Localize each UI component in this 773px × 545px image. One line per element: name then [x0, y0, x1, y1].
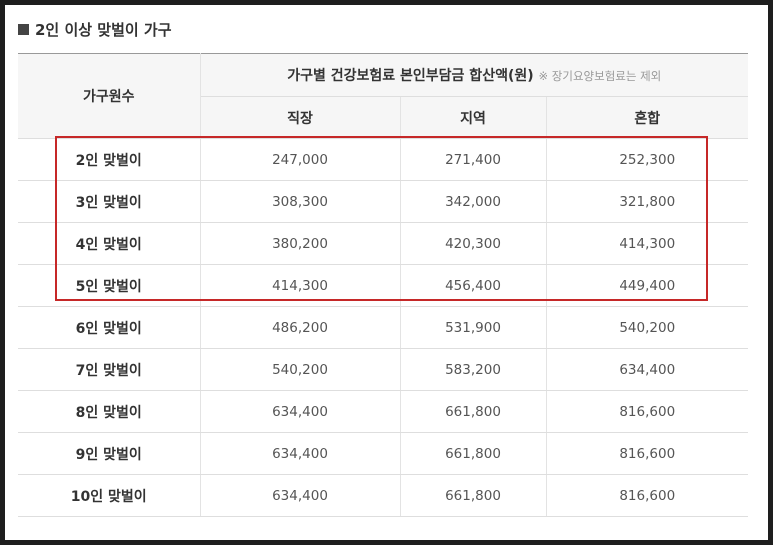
header-premium-group-text: 가구별 건강보험료 본인부담금 합산액(원) — [287, 68, 534, 84]
cell-regional: 271,400 — [400, 138, 547, 181]
cell-workplace: 634,400 — [200, 474, 401, 517]
row-label: 5인 맞벌이 — [18, 264, 201, 307]
row-label: 4인 맞벌이 — [18, 222, 201, 265]
row-label: 8인 맞벌이 — [18, 390, 201, 433]
header-household-size: 가구원수 — [18, 53, 201, 139]
table-row: 2인 맞벌이 247,000 271,400 252,300 — [18, 138, 749, 181]
cell-regional: 420,300 — [400, 222, 547, 265]
cell-mixed: 252,300 — [546, 138, 749, 181]
header-premium-group: 가구별 건강보험료 본인부담금 합산액(원) ※ 장기요양보험료는 제외 — [200, 53, 749, 97]
header-col-regional: 지역 — [400, 96, 547, 139]
cell-regional: 342,000 — [400, 180, 547, 223]
cell-workplace: 634,400 — [200, 390, 401, 433]
row-label: 9인 맞벌이 — [18, 432, 201, 475]
table-row: 4인 맞벌이 380,200 420,300 414,300 — [18, 222, 749, 265]
cell-mixed: 540,200 — [546, 306, 749, 349]
document-frame: 2인 이상 맞벌이 가구 가구원수 가구별 건강보험료 본인부담금 합산액(원)… — [5, 5, 768, 540]
row-label: 6인 맞벌이 — [18, 306, 201, 349]
row-label: 2인 맞벌이 — [18, 138, 201, 181]
cell-regional: 661,800 — [400, 390, 547, 433]
cell-workplace: 486,200 — [200, 306, 401, 349]
table-row: 5인 맞벌이 414,300 456,400 449,400 — [18, 264, 749, 307]
cell-mixed: 816,600 — [546, 432, 749, 475]
square-bullet-icon — [18, 24, 29, 35]
cell-mixed: 816,600 — [546, 390, 749, 433]
cell-workplace: 308,300 — [200, 180, 401, 223]
cell-regional: 661,800 — [400, 432, 547, 475]
header-note: ※ 장기요양보험료는 제외 — [538, 69, 662, 83]
row-label: 3인 맞벌이 — [18, 180, 201, 223]
cell-workplace: 414,300 — [200, 264, 401, 307]
cell-mixed: 449,400 — [546, 264, 749, 307]
table-row: 6인 맞벌이 486,200 531,900 540,200 — [18, 306, 749, 349]
cell-workplace: 540,200 — [200, 348, 401, 391]
section-title: 2인 이상 맞벌이 가구 — [18, 19, 172, 40]
cell-mixed: 414,300 — [546, 222, 749, 265]
cell-mixed: 816,600 — [546, 474, 749, 517]
cell-regional: 661,800 — [400, 474, 547, 517]
cell-regional: 456,400 — [400, 264, 547, 307]
table-row: 9인 맞벌이 634,400 661,800 816,600 — [18, 432, 749, 475]
row-label: 10인 맞벌이 — [18, 474, 201, 517]
cell-mixed: 321,800 — [546, 180, 749, 223]
cell-workplace: 247,000 — [200, 138, 401, 181]
section-title-text: 2인 이상 맞벌이 가구 — [35, 21, 172, 39]
header-col-workplace: 직장 — [200, 96, 401, 139]
cell-workplace: 634,400 — [200, 432, 401, 475]
table-row: 8인 맞벌이 634,400 661,800 816,600 — [18, 390, 749, 433]
header-col-mixed: 혼합 — [546, 96, 749, 139]
cell-regional: 531,900 — [400, 306, 547, 349]
table-row: 10인 맞벌이 634,400 661,800 816,600 — [18, 474, 749, 517]
cell-mixed: 634,400 — [546, 348, 749, 391]
cell-regional: 583,200 — [400, 348, 547, 391]
table-row: 7인 맞벌이 540,200 583,200 634,400 — [18, 348, 749, 391]
premium-table: 가구원수 가구별 건강보험료 본인부담금 합산액(원) ※ 장기요양보험료는 제… — [18, 53, 749, 517]
table-row: 3인 맞벌이 308,300 342,000 321,800 — [18, 180, 749, 223]
cell-workplace: 380,200 — [200, 222, 401, 265]
row-label: 7인 맞벌이 — [18, 348, 201, 391]
